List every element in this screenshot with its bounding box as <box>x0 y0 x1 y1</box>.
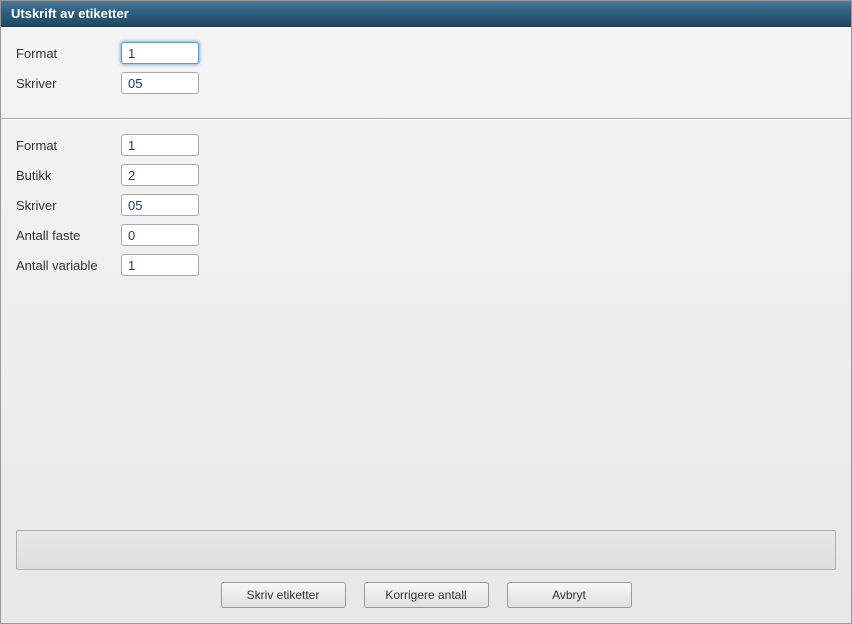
spacer <box>16 294 836 530</box>
dialog-content: Format Skriver Format Butikk Skriver <box>1 27 851 623</box>
row-skriver-top: Skriver <box>16 72 836 94</box>
label-antall-faste: Antall faste <box>16 228 121 243</box>
window-title: Utskrift av etiketter <box>11 6 129 21</box>
label-butikk: Butikk <box>16 168 121 183</box>
row-antall-faste: Antall faste <box>16 224 836 246</box>
print-labels-button[interactable]: Skriv etiketter <box>221 582 346 608</box>
input-skriver[interactable] <box>121 194 199 216</box>
input-format[interactable] <box>121 134 199 156</box>
input-skriver-top[interactable] <box>121 72 199 94</box>
status-box <box>16 530 836 570</box>
window-titlebar: Utskrift av etiketter <box>1 1 851 27</box>
input-antall-variable[interactable] <box>121 254 199 276</box>
input-format-top[interactable] <box>121 42 199 64</box>
label-skriver: Skriver <box>16 198 121 213</box>
button-row: Skriv etiketter Korrigere antall Avbryt <box>16 582 836 613</box>
section-bottom: Format Butikk Skriver Antall faste Antal… <box>16 134 836 284</box>
label-antall-variable: Antall variable <box>16 258 121 273</box>
label-skriver-top: Skriver <box>16 76 121 91</box>
row-butikk: Butikk <box>16 164 836 186</box>
dialog-window: Utskrift av etiketter Format Skriver For… <box>0 0 852 624</box>
input-antall-faste[interactable] <box>121 224 199 246</box>
section-top: Format Skriver <box>16 42 836 102</box>
row-skriver: Skriver <box>16 194 836 216</box>
section-divider <box>1 118 851 120</box>
correct-count-button[interactable]: Korrigere antall <box>364 582 489 608</box>
row-antall-variable: Antall variable <box>16 254 836 276</box>
row-format: Format <box>16 134 836 156</box>
cancel-button[interactable]: Avbryt <box>507 582 632 608</box>
row-format-top: Format <box>16 42 836 64</box>
input-butikk[interactable] <box>121 164 199 186</box>
label-format: Format <box>16 138 121 153</box>
label-format-top: Format <box>16 46 121 61</box>
